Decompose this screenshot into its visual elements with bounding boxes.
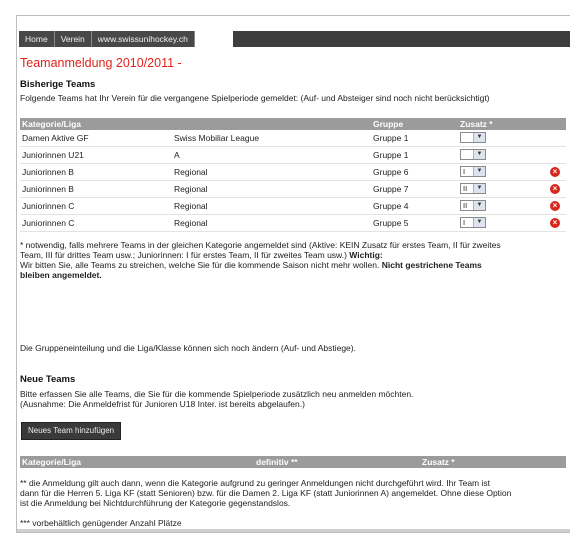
streichen-note-bold: Nicht gestrichene Teams xyxy=(381,260,482,270)
top-navigation: Home Verein www.swissunihockey.ch xyxy=(19,31,570,47)
nav-home[interactable]: Home xyxy=(19,31,55,47)
previous-table-header: Kategorie/Liga Gruppe Zusatz * xyxy=(20,118,566,130)
definitiv-footnote-line-2: dann für die Herren 5. Liga KF (statt Se… xyxy=(20,488,512,498)
nav-verein[interactable]: Verein xyxy=(54,31,92,47)
add-team-button[interactable]: Neues Team hinzufügen xyxy=(21,422,122,440)
row-kategorie: Juniorinnen C xyxy=(22,201,75,211)
zusatz-select[interactable]: ▼ xyxy=(460,149,486,160)
page-frame: Home Verein www.swissunihockey.ch Teaman… xyxy=(16,15,570,533)
row-gruppe: Gruppe 1 xyxy=(373,150,409,160)
table-row: Juniorinnen B Regional Gruppe 7 II ▼ × xyxy=(20,181,566,198)
new-teams-intro-line-1: Bitte erfassen Sie alle Teams, die Sie f… xyxy=(20,389,414,399)
zusatz-footnote: * notwendig, falls mehrere Teams in der … xyxy=(20,240,566,280)
definitiv-footnote-line-3: ist die Anmeldung bei Nichtdurchführung … xyxy=(20,498,291,508)
row-kategorie: Juniorinnen U21 xyxy=(22,150,84,160)
row-gruppe: Gruppe 1 xyxy=(373,133,409,143)
nav-bar-fill xyxy=(233,31,570,47)
row-liga: Regional xyxy=(174,201,208,211)
delete-icon[interactable]: × xyxy=(550,218,560,228)
zusatz-value: II xyxy=(463,201,468,210)
header-zusatz: Zusatz * xyxy=(422,457,455,467)
previous-teams-intro: Folgende Teams hat Ihr Verein für die ve… xyxy=(20,93,490,103)
header-definitiv: definitiv ** xyxy=(256,457,298,467)
chevron-down-icon[interactable]: ▼ xyxy=(473,201,485,210)
wichtig-label: Wichtig: xyxy=(349,250,383,260)
table-row: Juniorinnen B Regional Gruppe 6 I ▼ × xyxy=(20,164,566,181)
zusatz-footnote-line-1: * notwendig, falls mehrere Teams in der … xyxy=(20,240,501,250)
gruppen-note: Die Gruppeneinteilung und die Liga/Klass… xyxy=(20,343,356,353)
row-kategorie: Damen Aktive GF xyxy=(22,133,89,143)
row-kategorie: Juniorinnen C xyxy=(22,218,75,228)
chevron-down-icon[interactable]: ▼ xyxy=(473,218,485,227)
definitiv-footnote-line-1: ** die Anmeldung gilt auch dann, wenn di… xyxy=(20,478,491,488)
header-kategorie: Kategorie/Liga xyxy=(22,457,82,467)
header-zusatz: Zusatz * xyxy=(460,119,493,129)
table-row: Juniorinnen U21 A Gruppe 1 ▼ xyxy=(20,147,566,164)
zusatz-select[interactable]: I ▼ xyxy=(460,166,486,177)
chevron-down-icon[interactable]: ▼ xyxy=(473,133,485,142)
nav-swissunihockey[interactable]: www.swissunihockey.ch xyxy=(91,31,195,47)
previous-teams-heading: Bisherige Teams xyxy=(20,79,96,90)
zusatz-footnote-line-2: Team, III für drittes Team usw.; Juniori… xyxy=(20,250,566,260)
previous-teams-table: Kategorie/Liga Gruppe Zusatz * Damen Akt… xyxy=(20,118,566,232)
streichen-note: Wir bitten Sie, alle Teams zu streichen,… xyxy=(20,260,566,270)
zusatz-select[interactable]: II ▼ xyxy=(460,200,486,211)
row-liga: Swiss Mobiliar League xyxy=(174,133,260,143)
page-title: Teamanmeldung 2010/2011 - xyxy=(20,56,182,70)
new-teams-heading: Neue Teams xyxy=(20,374,76,385)
row-gruppe: Gruppe 4 xyxy=(373,201,409,211)
streichen-note-bold-2: bleiben angemeldet. xyxy=(20,270,102,280)
chevron-down-icon[interactable]: ▼ xyxy=(473,167,485,176)
chevron-down-icon[interactable]: ▼ xyxy=(473,184,485,193)
chevron-down-icon[interactable]: ▼ xyxy=(473,150,485,159)
zusatz-value: II xyxy=(463,184,468,193)
new-teams-intro-line-2: (Ausnahme: Die Anmeldefrist für Junioren… xyxy=(20,399,305,409)
delete-icon[interactable]: × xyxy=(550,167,560,177)
zusatz-select[interactable]: ▼ xyxy=(460,132,486,143)
row-liga: Regional xyxy=(174,184,208,194)
definitiv-footnote: ** die Anmeldung gilt auch dann, wenn di… xyxy=(20,478,566,508)
new-teams-intro: Bitte erfassen Sie alle Teams, die Sie f… xyxy=(20,389,566,409)
table-row: Juniorinnen C Regional Gruppe 5 I ▼ × xyxy=(20,215,566,232)
zusatz-footnote-text: Team, III für drittes Team usw.; Juniori… xyxy=(20,250,347,260)
streichen-note-text: Wir bitten Sie, alle Teams zu streichen,… xyxy=(20,260,380,270)
new-teams-table-header: Kategorie/Liga definitiv ** Zusatz * xyxy=(20,456,566,468)
row-gruppe: Gruppe 5 xyxy=(373,218,409,228)
streichen-note-line-2: bleiben angemeldet. xyxy=(20,270,566,280)
row-liga: Regional xyxy=(174,218,208,228)
bottom-divider xyxy=(17,529,570,532)
row-liga: Regional xyxy=(174,167,208,177)
zusatz-value: I xyxy=(463,218,466,227)
header-kategorie: Kategorie/Liga xyxy=(22,119,82,129)
row-gruppe: Gruppe 7 xyxy=(373,184,409,194)
delete-icon[interactable]: × xyxy=(550,184,560,194)
delete-icon[interactable]: × xyxy=(550,201,560,211)
row-gruppe: Gruppe 6 xyxy=(373,167,409,177)
zusatz-value: I xyxy=(463,167,466,176)
header-gruppe: Gruppe xyxy=(373,119,404,129)
table-row: Juniorinnen C Regional Gruppe 4 II ▼ × xyxy=(20,198,566,215)
row-liga: A xyxy=(174,150,180,160)
zusatz-select[interactable]: II ▼ xyxy=(460,183,486,194)
plaetze-footnote: *** vorbehältlich genügender Anzahl Plät… xyxy=(20,518,182,528)
row-kategorie: Juniorinnen B xyxy=(22,167,74,177)
row-kategorie: Juniorinnen B xyxy=(22,184,74,194)
zusatz-select[interactable]: I ▼ xyxy=(460,217,486,228)
table-row: Damen Aktive GF Swiss Mobiliar League Gr… xyxy=(20,130,566,147)
